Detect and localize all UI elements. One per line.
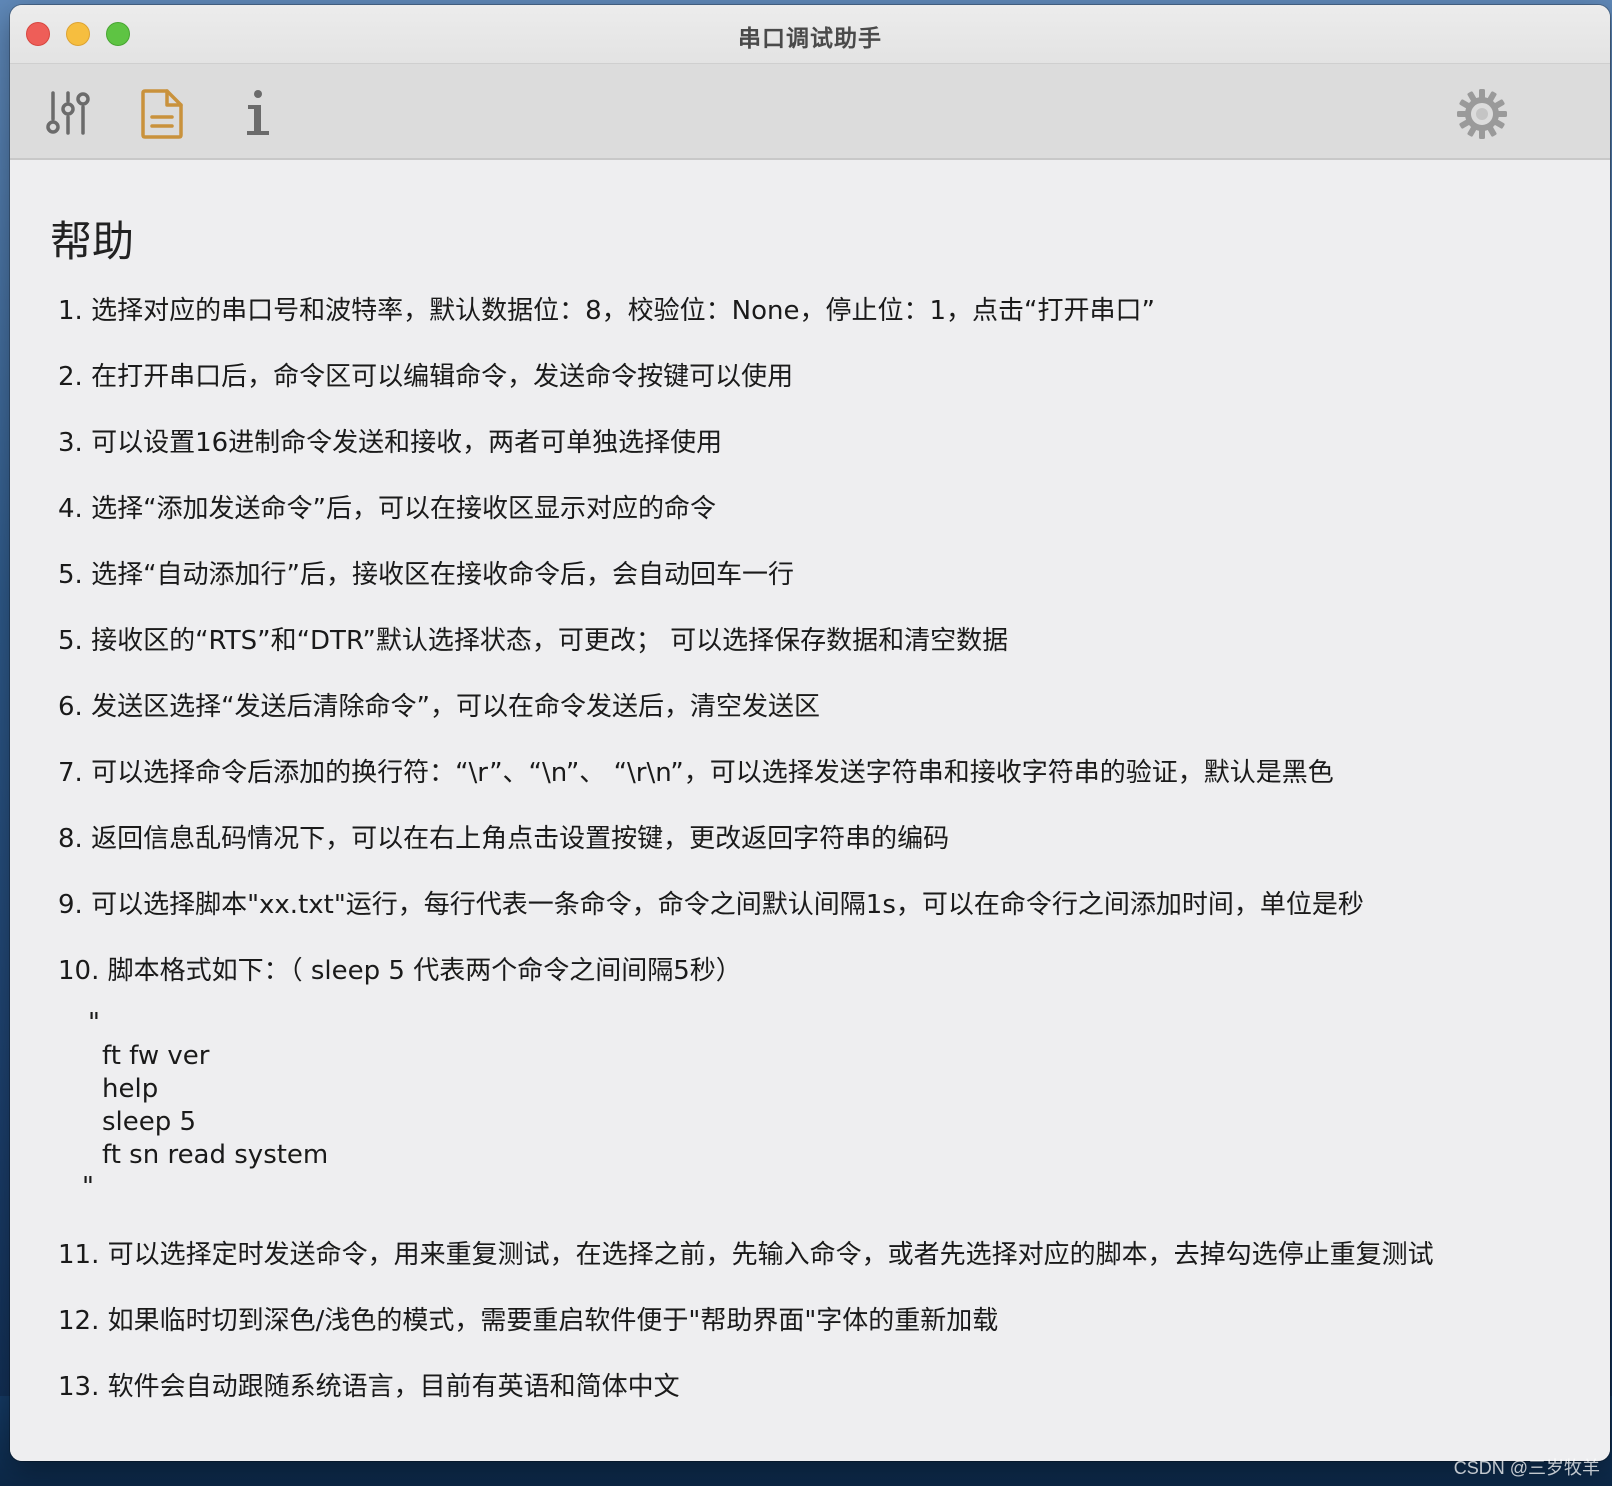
help-content: 帮助 1. 选择对应的串口号和波特率，默认数据位：8，校验位：None，停止位：… (10, 160, 1610, 1461)
script-line: sleep 5 (102, 1107, 197, 1137)
help-title: 帮助 (50, 217, 135, 266)
script-line: ft sn read system (102, 1140, 329, 1170)
title-bar: 串口调试助手 (10, 5, 1610, 64)
help-item-12: 12. 如果临时切到深色/浅色的模式，需要重启软件便于"帮助界面"字体的重新加载 (58, 1306, 999, 1336)
help-item-5b: 5. 接收区的“RTS”和“DTR”默认选择状态，可更改； 可以选择保存数据和清… (58, 626, 1009, 656)
settings-sliders-button[interactable] (38, 84, 98, 144)
script-close-quote: " (82, 1172, 94, 1202)
help-item-13: 13. 软件会自动跟随系统语言，目前有英语和简体中文 (58, 1372, 680, 1402)
help-item-6: 6. 发送区选择“发送后清除命令”，可以在命令发送后，清空发送区 (58, 692, 821, 722)
encoding-settings-button[interactable] (1452, 84, 1512, 144)
help-item-5a: 5. 选择“自动添加行”后，接收区在接收命令后，会自动回车一行 (58, 560, 795, 590)
about-info-button[interactable] (228, 84, 288, 144)
help-item-7: 7. 可以选择命令后添加的换行符：“\r”、“\n”、 “\r\n”，可以选择发… (58, 758, 1334, 788)
app-window: 串口调试助手 帮助 1. 选择对应的串口号和波特率，默认数据位：8，校验位：No… (10, 5, 1610, 1461)
help-item-2: 2. 在打开串口后，命令区可以编辑命令，发送命令按键可以使用 (58, 362, 794, 392)
help-item-3: 3. 可以设置16进制命令发送和接收，两者可单独选择使用 (58, 428, 723, 458)
help-item-9: 9. 可以选择脚本"xx.txt"运行，每行代表一条命令，命令之间默认间隔1s，… (58, 890, 1364, 920)
help-document-button[interactable] (132, 84, 192, 144)
help-item-4: 4. 选择“添加发送命令”后，可以在接收区显示对应的命令 (58, 494, 717, 524)
script-line: ft fw ver (102, 1041, 210, 1071)
script-open-quote: " (88, 1008, 100, 1038)
watermark: CSDN @三岁牧羊 (1453, 1458, 1600, 1478)
help-item-1: 1. 选择对应的串口号和波特率，默认数据位：8，校验位：None，停止位：1，点… (58, 296, 1155, 326)
sliders-icon (46, 91, 90, 135)
help-item-10: 10. 脚本格式如下：（ sleep 5 代表两个命令之间间隔5秒） (58, 956, 742, 986)
script-example: ft fw ver help sleep 5 ft sn read system (102, 1040, 328, 1172)
script-line: help (102, 1074, 159, 1104)
gear-icon (1457, 89, 1507, 139)
help-item-11: 11. 可以选择定时发送命令，用来重复测试，在选择之前，先输入命令，或者先选择对… (58, 1240, 1434, 1270)
window-title: 串口调试助手 (738, 26, 882, 52)
document-icon (141, 89, 183, 139)
info-icon (247, 90, 269, 135)
toolbar (10, 64, 1610, 160)
help-item-8: 8. 返回信息乱码情况下，可以在右上角点击设置按键，更改返回字符串的编码 (58, 824, 950, 854)
